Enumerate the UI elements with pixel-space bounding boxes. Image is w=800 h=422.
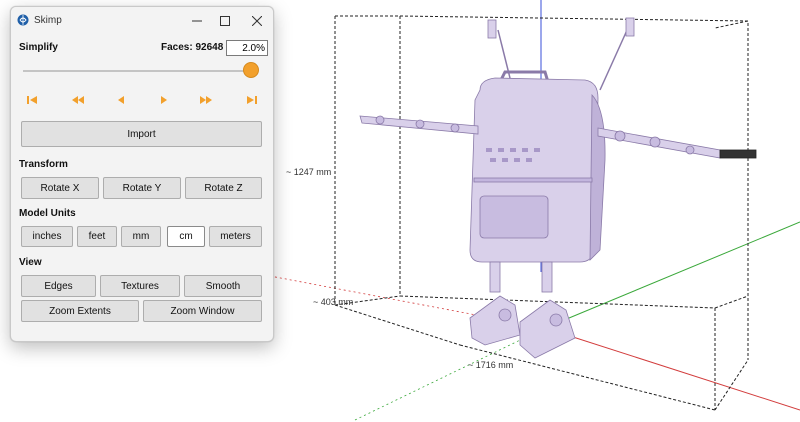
fast-forward-button[interactable] (199, 93, 213, 107)
app-logo-icon (17, 14, 29, 26)
rewind-icon (72, 96, 84, 104)
simplify-label: Simplify (19, 42, 58, 53)
close-button[interactable] (243, 10, 271, 32)
simplify-slider-thumb[interactable] (243, 62, 259, 78)
unit-meters-button[interactable]: meters (209, 226, 262, 247)
zoom-extents-button[interactable]: Zoom Extents (21, 300, 139, 322)
step-back-button[interactable] (114, 93, 128, 107)
unit-cm-button[interactable]: cm (167, 226, 205, 247)
skip-to-start-button[interactable] (25, 93, 39, 107)
close-icon (252, 16, 262, 26)
unit-mm-button[interactable]: mm (121, 226, 161, 247)
import-button[interactable]: Import (21, 121, 262, 147)
skip-to-end-button[interactable] (245, 93, 259, 107)
width-dimension-label: ~ 1716 mm (468, 360, 513, 370)
minimize-button[interactable] (183, 10, 211, 32)
edges-button[interactable]: Edges (21, 275, 96, 297)
view-label: View (19, 257, 42, 268)
rotate-z-button[interactable]: Rotate Z (185, 177, 262, 199)
skip-to-start-icon (27, 96, 37, 104)
step-back-icon (118, 96, 124, 104)
unit-inches-button[interactable]: inches (21, 226, 73, 247)
faces-count-label: Faces: 92648 (161, 42, 224, 53)
simplify-percent-input[interactable] (226, 40, 268, 56)
transform-label: Transform (19, 159, 68, 170)
textures-button[interactable]: Textures (100, 275, 180, 297)
skip-to-end-icon (247, 96, 257, 104)
depth-dimension-label: ~ 403 mm (313, 297, 353, 307)
height-dimension-label: ~ 1247 mm (286, 167, 331, 177)
maximize-button[interactable] (211, 10, 239, 32)
rotate-x-button[interactable]: Rotate X (21, 177, 99, 199)
skimp-panel: Skimp Simplify Faces: 92648 Import Trans… (10, 6, 274, 342)
fast-forward-icon (200, 96, 212, 104)
model-units-label: Model Units (19, 208, 76, 219)
rewind-button[interactable] (71, 93, 85, 107)
title-bar[interactable]: Skimp (11, 7, 273, 34)
maximize-icon (220, 16, 230, 26)
simplify-slider-track[interactable] (23, 70, 251, 72)
smooth-button[interactable]: Smooth (184, 275, 262, 297)
rotate-y-button[interactable]: Rotate Y (103, 177, 181, 199)
step-forward-button[interactable] (157, 93, 171, 107)
step-forward-icon (161, 96, 167, 104)
unit-feet-button[interactable]: feet (77, 226, 117, 247)
x-axis (544, 327, 800, 411)
minimize-icon (192, 20, 202, 22)
window-title: Skimp (34, 15, 62, 26)
zoom-window-button[interactable]: Zoom Window (143, 300, 262, 322)
